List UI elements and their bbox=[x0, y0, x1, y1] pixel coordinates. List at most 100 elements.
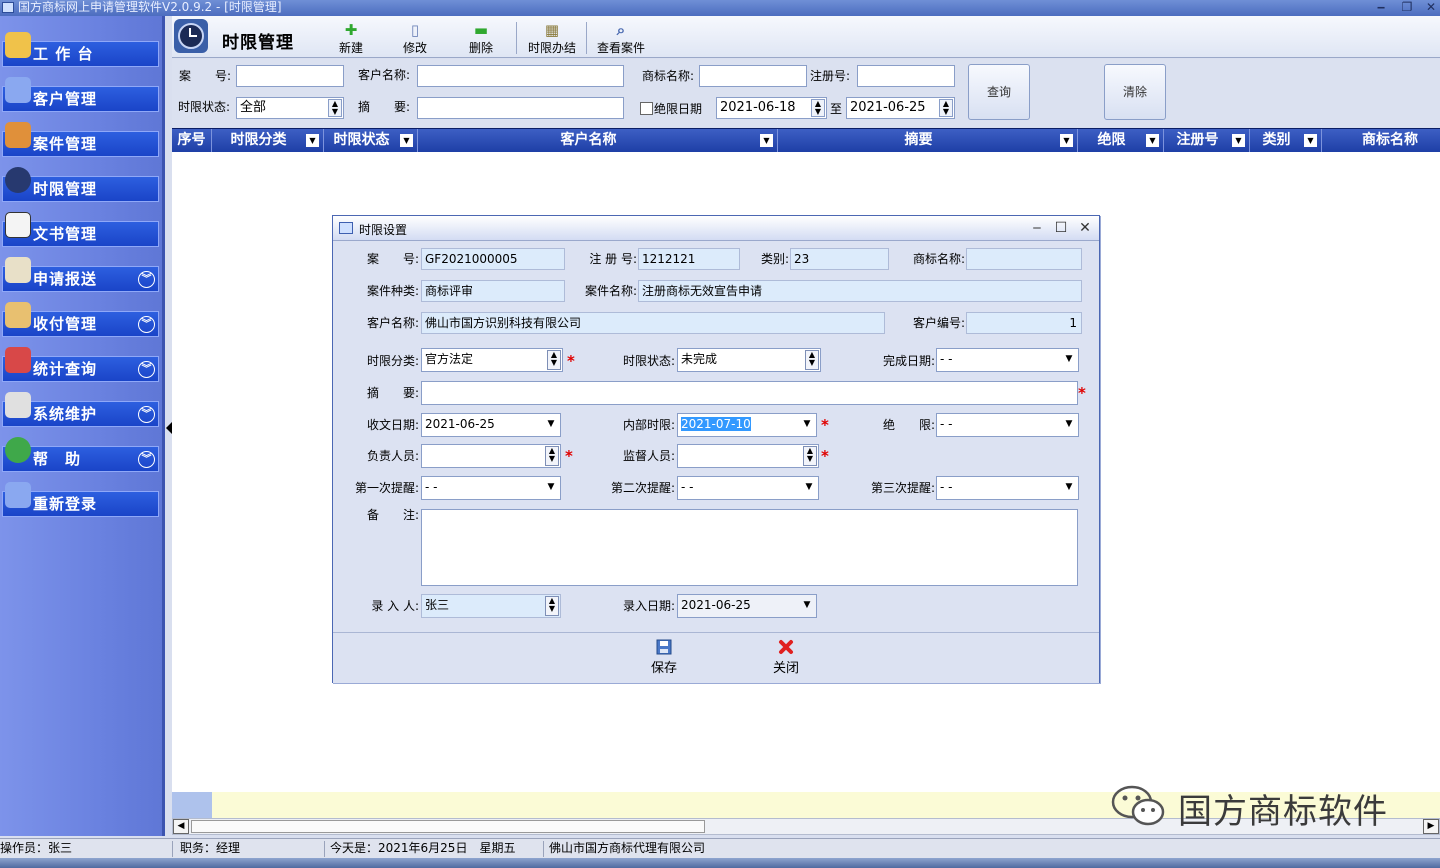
final-deadline-picker[interactable]: - - ▼ bbox=[936, 413, 1079, 437]
spin-icon[interactable]: ▲ ▼ bbox=[545, 446, 559, 466]
spin-icon[interactable]: ▲ ▼ bbox=[547, 350, 561, 370]
dropdown-icon[interactable]: ▼ bbox=[1232, 134, 1245, 147]
dropdown-icon[interactable]: ▼ bbox=[1060, 134, 1073, 147]
client-name-field[interactable]: 佛山市国方识别科技有限公司 bbox=[421, 312, 885, 334]
chevron-down-icon[interactable]: ︾ bbox=[138, 316, 155, 333]
minimize-button[interactable]: ‒ bbox=[1368, 0, 1394, 16]
spin-icon[interactable]: ▲ ▼ bbox=[803, 446, 817, 466]
client-no-field[interactable]: 1 bbox=[966, 312, 1082, 334]
scroll-thumb[interactable] bbox=[191, 820, 705, 833]
clear-button[interactable]: 清除 bbox=[1104, 64, 1166, 120]
minimize-icon[interactable]: ‒ bbox=[1027, 219, 1047, 237]
dropdown-icon[interactable]: ▼ bbox=[799, 596, 815, 614]
dropdown-icon[interactable]: ▼ bbox=[799, 415, 815, 433]
dropdown-icon[interactable]: ▼ bbox=[306, 134, 319, 147]
col-status[interactable]: 时限状态 ▼ bbox=[324, 129, 418, 152]
col-index[interactable]: 序号 bbox=[172, 129, 212, 152]
col-reg-no[interactable]: 注册号 ▼ bbox=[1164, 129, 1250, 152]
supervisor-label: 监督人员: bbox=[622, 449, 675, 463]
remind1-picker[interactable]: - - ▼ bbox=[421, 476, 561, 500]
close-button[interactable]: 关闭 bbox=[761, 639, 811, 676]
dropdown-icon[interactable]: ▼ bbox=[1061, 478, 1077, 496]
brand-name-field[interactable] bbox=[966, 248, 1082, 270]
restore-button[interactable]: ❐ bbox=[1394, 0, 1420, 16]
spin-icon[interactable]: ▲ ▼ bbox=[811, 99, 825, 117]
spin-icon[interactable]: ▲ ▼ bbox=[328, 99, 342, 117]
sidebar-item-documents[interactable]: 文书管理 bbox=[2, 212, 159, 247]
spin-icon[interactable]: ▲ ▼ bbox=[939, 99, 953, 117]
chevron-down-icon[interactable]: ︾ bbox=[138, 451, 155, 468]
maximize-icon[interactable]: ☐ bbox=[1051, 219, 1071, 237]
sidebar-item-payments[interactable]: 收付管理 ︾ bbox=[2, 302, 159, 337]
brand-name-input[interactable] bbox=[699, 65, 807, 87]
case-no-input[interactable] bbox=[236, 65, 344, 87]
dropdown-icon[interactable]: ▼ bbox=[1304, 134, 1317, 147]
col-summary[interactable]: 摘要 ▼ bbox=[778, 129, 1078, 152]
chevron-down-icon[interactable]: ︾ bbox=[138, 361, 155, 378]
sidebar-item-workbench[interactable]: 工 作 台 bbox=[2, 32, 159, 67]
case-no-field[interactable]: GF2021000005 bbox=[421, 248, 565, 270]
sidebar-item-cases[interactable]: 案件管理 bbox=[2, 122, 159, 157]
client-name-input[interactable] bbox=[417, 65, 624, 87]
entry-date-picker[interactable]: 2021-06-25 ▼ bbox=[677, 594, 817, 618]
dropdown-icon[interactable]: ▼ bbox=[543, 478, 559, 496]
spin-icon[interactable]: ▲ ▼ bbox=[805, 350, 819, 370]
edit-button[interactable]: ▯ 修改 bbox=[398, 22, 432, 56]
internal-deadline-picker[interactable]: 2021-07-10 ▼ bbox=[677, 413, 817, 437]
dropdown-icon[interactable]: ▼ bbox=[760, 134, 773, 147]
summary-input[interactable] bbox=[417, 97, 624, 119]
close-window-button[interactable]: ✕ bbox=[1418, 0, 1440, 16]
category-select[interactable]: 官方法定 ▲ ▼ bbox=[421, 348, 563, 372]
close-icon[interactable]: ✕ bbox=[1075, 219, 1095, 237]
supervisor-select[interactable]: ▲ ▼ bbox=[677, 444, 819, 468]
chevron-down-icon[interactable]: ︾ bbox=[138, 406, 155, 423]
col-client[interactable]: 客户名称 ▼ bbox=[418, 129, 778, 152]
dropdown-icon[interactable]: ▼ bbox=[1061, 415, 1077, 433]
status-select[interactable]: 全部 ▲ ▼ bbox=[236, 97, 344, 119]
sidebar-item-clients[interactable]: 客户管理 bbox=[2, 77, 159, 112]
query-button[interactable]: 查询 bbox=[968, 64, 1030, 120]
sidebar-item-statistics[interactable]: 统计查询 ︾ bbox=[2, 347, 159, 382]
reg-no-field[interactable]: 1212121 bbox=[638, 248, 740, 270]
date-from-input[interactable]: 2021-06-18 ▲ ▼ bbox=[716, 97, 827, 119]
view-case-button[interactable]: ⌕ 查看案件 bbox=[593, 22, 649, 56]
dropdown-icon[interactable]: ▼ bbox=[1061, 350, 1077, 368]
spin-icon[interactable]: ▲ ▼ bbox=[545, 596, 559, 616]
col-brand[interactable]: 商标名称 bbox=[1322, 129, 1440, 152]
finish-date-picker[interactable]: - - ▼ bbox=[936, 348, 1079, 372]
remind2-picker[interactable]: - - ▼ bbox=[677, 476, 819, 500]
owner-select[interactable]: ▲ ▼ bbox=[421, 444, 561, 468]
view-case-label: 查看案件 bbox=[596, 41, 645, 55]
required-mark: * bbox=[565, 447, 573, 465]
dropdown-icon[interactable]: ▼ bbox=[801, 478, 817, 496]
scroll-left-icon[interactable]: ◀ bbox=[173, 819, 189, 834]
case-type-field[interactable]: 商标评审 bbox=[421, 280, 565, 302]
class-field[interactable]: 23 bbox=[790, 248, 889, 270]
dropdown-icon[interactable]: ▼ bbox=[543, 415, 559, 433]
received-date-picker[interactable]: 2021-06-25 ▼ bbox=[421, 413, 561, 437]
note-textarea[interactable] bbox=[421, 509, 1078, 586]
case-name-field[interactable]: 注册商标无效宣告申请 bbox=[638, 280, 1082, 302]
dropdown-icon[interactable]: ▼ bbox=[1146, 134, 1159, 147]
sidebar-item-deadlines[interactable]: 时限管理 bbox=[2, 167, 159, 202]
date-to-input[interactable]: 2021-06-25 ▲ ▼ bbox=[846, 97, 955, 119]
remind3-picker[interactable]: - - ▼ bbox=[936, 476, 1079, 500]
col-class[interactable]: 类别 ▼ bbox=[1250, 129, 1322, 152]
sidebar-item-maintenance[interactable]: 系统维护 ︾ bbox=[2, 392, 159, 427]
status-select[interactable]: 未完成 ▲ ▼ bbox=[677, 348, 821, 372]
reg-no-input[interactable] bbox=[857, 65, 955, 87]
entered-by-select[interactable]: 张三 ▲ ▼ bbox=[421, 594, 561, 618]
delete-button[interactable]: ▬ 删除 bbox=[464, 22, 498, 56]
deadline-date-checkbox[interactable] bbox=[640, 102, 653, 115]
complete-deadline-button[interactable]: ▦ 时限办结 bbox=[524, 22, 580, 56]
new-button[interactable]: ✚ 新建 bbox=[334, 22, 368, 56]
summary-input[interactable] bbox=[421, 381, 1078, 405]
sidebar-item-help[interactable]: 帮 助 ︾ bbox=[2, 437, 159, 472]
col-category[interactable]: 时限分类 ▼ bbox=[212, 129, 324, 152]
col-deadline[interactable]: 绝限 ▼ bbox=[1078, 129, 1164, 152]
chevron-down-icon[interactable]: ︾ bbox=[138, 271, 155, 288]
dropdown-icon[interactable]: ▼ bbox=[400, 134, 413, 147]
sidebar-item-submission[interactable]: 申请报送 ︾ bbox=[2, 257, 159, 292]
sidebar-item-relogin[interactable]: 重新登录 bbox=[2, 482, 159, 517]
save-button[interactable]: 保存 bbox=[639, 639, 689, 676]
